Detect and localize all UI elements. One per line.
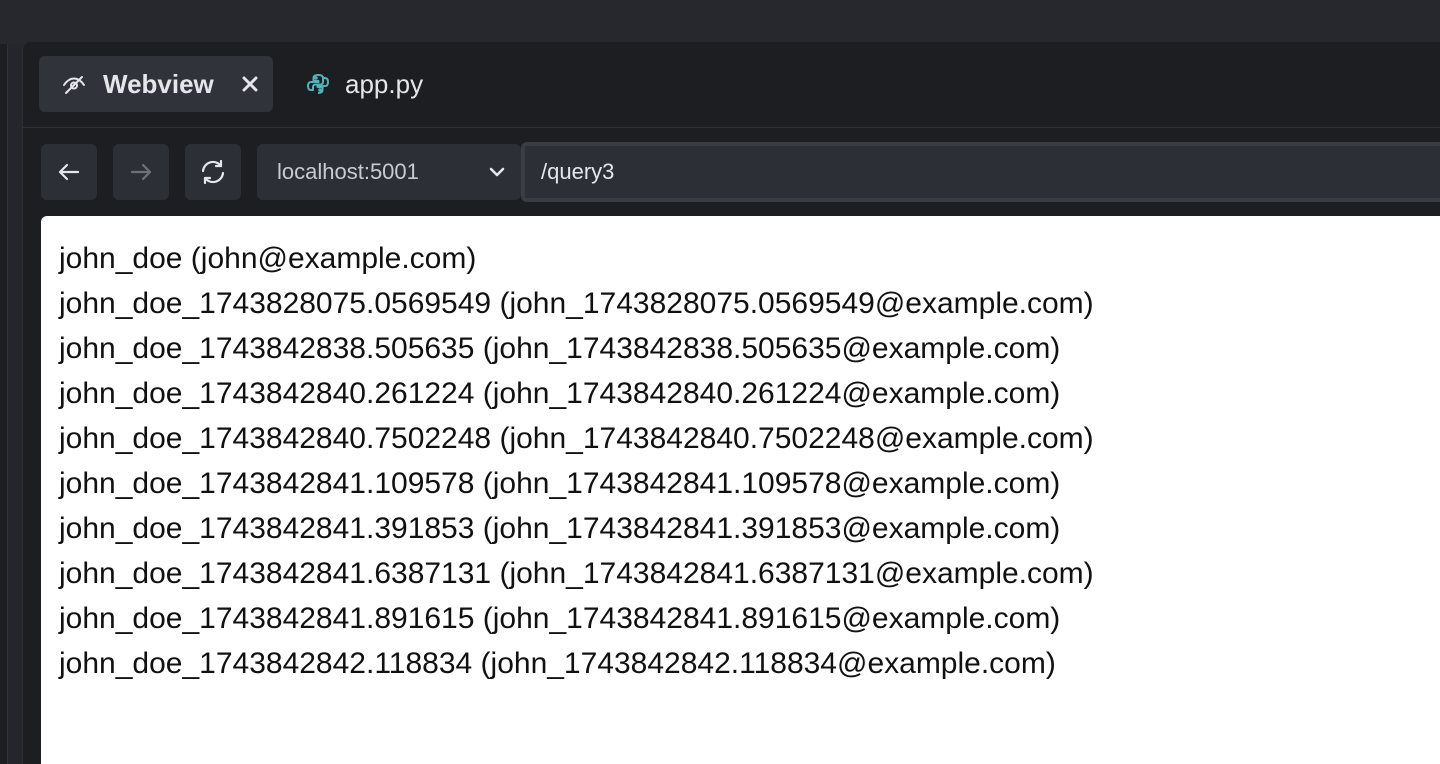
window-title-bar [0,0,1440,44]
tab-bar: Webview app.py [23,42,1440,128]
tab-webview[interactable]: Webview [39,56,273,112]
webview-toolbar: localhost:5001 [23,142,1440,202]
editor-panel: Webview app.py localhost:5001 /query3 jo… [22,42,1440,764]
close-icon[interactable] [238,72,262,96]
result-line: john_doe_1743828075.0569549 (john_174382… [59,287,1094,320]
python-icon [305,71,331,97]
left-sidebar-edge [0,44,8,764]
result-line: john_doe_1743842840.7502248 (john_174384… [59,422,1094,455]
path-field [521,142,1440,202]
result-line: john_doe_1743842841.891615 (john_1743842… [59,602,1061,635]
back-button[interactable] [41,144,97,200]
result-line: john_doe_1743842840.261224 (john_1743842… [59,377,1061,410]
result-line: john_doe_1743842841.6387131 (john_174384… [59,557,1094,590]
webview-content: john_doe (john@example.com) john_doe_174… [41,216,1440,764]
arrow-right-icon [130,163,152,181]
tab-app-py[interactable]: app.py [293,56,453,112]
arrow-left-icon [58,163,80,181]
webview-eye-icon [61,71,87,97]
result-line: john_doe_1743842841.391853 (john_1743842… [59,512,1061,545]
reload-button[interactable] [185,144,241,200]
path-input[interactable] [525,146,1440,198]
result-line: john_doe_1743842841.109578 (john_1743842… [59,467,1061,500]
result-line: john_doe_1743842838.505635 (john_1743842… [59,332,1061,365]
forward-button[interactable] [113,144,169,200]
result-line: john_doe_1743842842.118834 (john_1743842… [59,647,1056,680]
tab-label: Webview [103,68,214,99]
reload-icon [201,159,225,185]
chevron-down-icon [489,167,505,177]
result-line: john_doe (john@example.com) [59,242,477,275]
tab-label: app.py [345,68,424,99]
host-select[interactable]: localhost:5001 [257,144,521,200]
host-value: localhost:5001 [277,159,419,184]
